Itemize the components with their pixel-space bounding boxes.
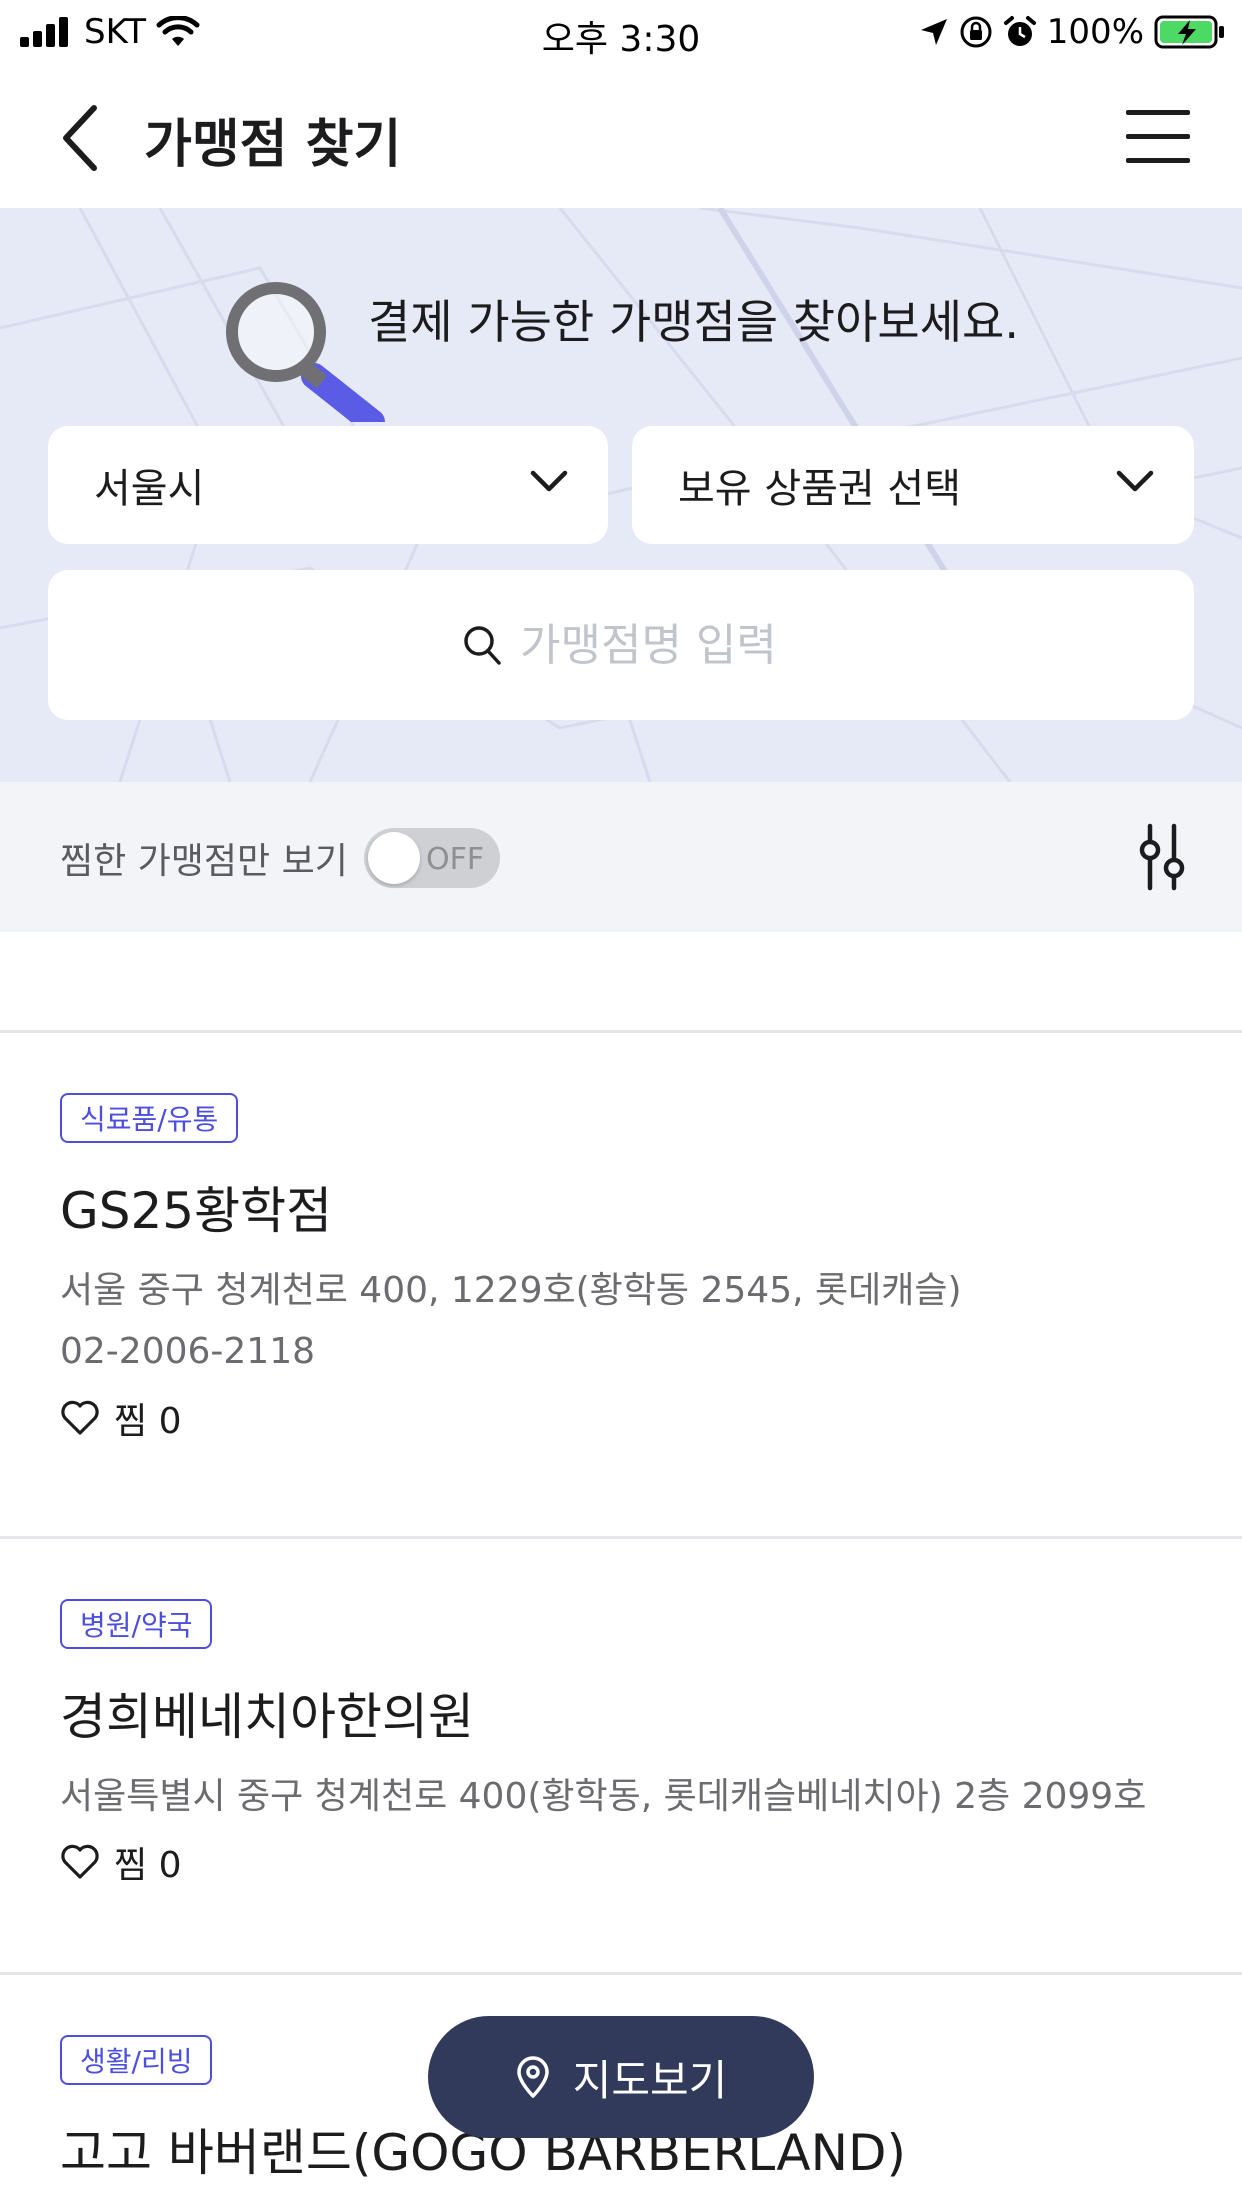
magnifier-illustration-icon — [226, 282, 385, 422]
battery-percent: 100% — [1046, 12, 1144, 52]
favorite-button[interactable]: 찜 0 — [60, 1837, 181, 1887]
store-phone: 02-2006-2118 — [60, 1331, 316, 1372]
category-badge: 생활/리빙 — [60, 2035, 213, 2085]
store-list-item[interactable]: 식료품/유통 GS25황학점 서울 중구 청계천로 400, 1229호(황학동… — [0, 1033, 1242, 1533]
search-input[interactable] — [520, 619, 780, 671]
favorites-filter-label: 찜한 가맹점만 보기 — [60, 841, 348, 882]
store-address: 서울 중구 청계천로 400, 1229호(황학동 2545, 롯데캐슬) — [60, 1270, 962, 1311]
voucher-select[interactable]: 보유 상품권 선택 — [632, 426, 1194, 544]
toggle-state-label: OFF — [426, 842, 485, 877]
store-name: GS25황학점 — [60, 1182, 333, 1240]
store-list-item[interactable]: 병원/약국 경희베네치아한의원 서울특별시 중구 청계천로 400(황학동, 롯… — [0, 1539, 1242, 1971]
category-badge: 식료품/유통 — [60, 1093, 239, 1143]
hamburger-menu-icon — [1126, 110, 1190, 163]
menu-button[interactable] — [1126, 106, 1190, 166]
favorite-count: 찜 0 — [114, 1845, 182, 1886]
status-right: 100% — [919, 12, 1226, 52]
store-search-box[interactable] — [48, 570, 1194, 720]
toggle-knob — [368, 832, 420, 884]
back-button[interactable] — [52, 98, 112, 178]
map-view-button[interactable]: 지도보기 — [428, 2016, 814, 2138]
map-pin-icon — [516, 2056, 549, 2098]
search-icon — [464, 626, 501, 665]
voucher-select-value: 보유 상품권 선택 — [678, 466, 962, 512]
status-bar: SKT 오후 3:30 100% — [0, 0, 1242, 62]
search-hero: 결제 가능한 가맹점을 찾아보세요. 서울시 보유 상품권 선택 — [0, 208, 1242, 782]
favorite-button[interactable]: 찜 0 — [60, 1393, 181, 1443]
rotation-lock-icon — [960, 16, 992, 48]
heart-icon — [61, 1844, 99, 1879]
store-name: 경희베네치아한의원 — [60, 1688, 474, 1746]
sliders-icon — [1139, 823, 1185, 891]
filter-settings-button[interactable] — [1132, 822, 1192, 892]
region-select[interactable]: 서울시 — [48, 426, 608, 544]
hero-headline: 결제 가능한 가맹점을 찾아보세요. — [368, 295, 1019, 349]
page-title: 가맹점 찾기 — [144, 115, 402, 175]
location-arrow-icon — [920, 19, 947, 45]
chevron-down-icon — [530, 470, 568, 492]
map-view-label: 지도보기 — [572, 2055, 728, 2105]
filter-bar: 찜한 가맹점만 보기 OFF — [0, 782, 1242, 932]
chevron-down-icon — [1116, 470, 1154, 492]
alarm-icon — [1003, 16, 1036, 46]
app-header: 가맹점 찾기 — [0, 62, 1242, 208]
battery-charging-icon — [1154, 15, 1224, 49]
favorites-toggle[interactable]: OFF — [364, 828, 500, 888]
heart-icon — [61, 1400, 99, 1435]
category-badge: 병원/약국 — [60, 1599, 213, 1649]
region-select-value: 서울시 — [94, 466, 205, 512]
back-arrow-icon — [63, 105, 97, 171]
store-address: 서울특별시 중구 청계천로 400(황학동, 롯데캐슬베네치아) 2층 2099… — [60, 1776, 1147, 1817]
favorite-count: 찜 0 — [114, 1401, 182, 1442]
